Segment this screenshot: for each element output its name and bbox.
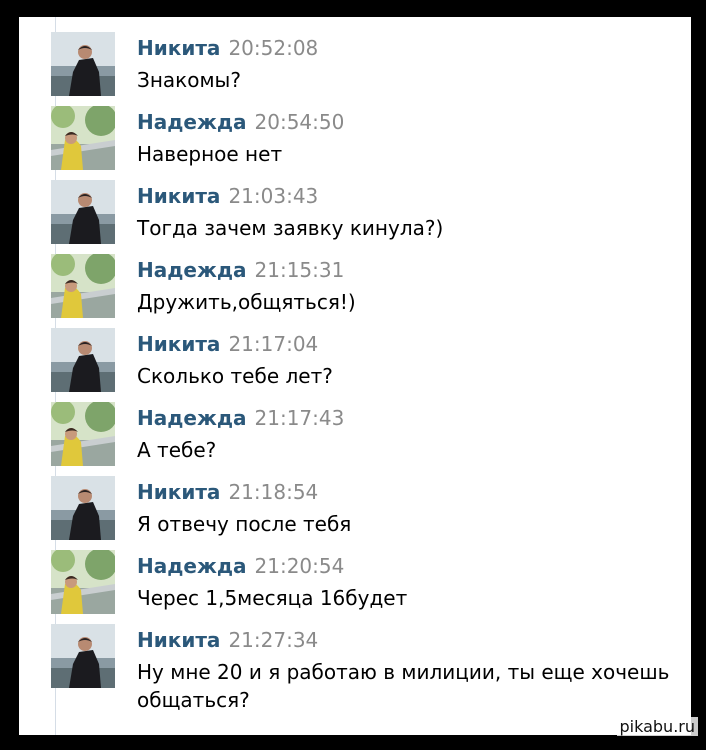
- message-text: Черес 1,5месяца 16будет: [137, 586, 408, 610]
- message-meta: Надежда 21:15:31: [137, 258, 344, 282]
- message-text: Я отвечу после тебя: [137, 512, 352, 536]
- author-name[interactable]: Никита: [137, 628, 220, 652]
- timestamp: 20:54:50: [254, 110, 345, 134]
- message-text: Знакомы?: [137, 68, 241, 92]
- timestamp: 21:27:34: [228, 628, 319, 652]
- author-name[interactable]: Никита: [137, 36, 220, 60]
- timestamp: 21:15:31: [254, 258, 345, 282]
- watermark: pikabu.ru: [616, 717, 698, 736]
- message-text: Сколько тебе лет?: [137, 364, 333, 388]
- nikita-avatar[interactable]: [51, 476, 115, 540]
- message-meta: Надежда 20:54:50: [137, 110, 344, 134]
- author-name[interactable]: Никита: [137, 480, 220, 504]
- timestamp: 20:52:08: [228, 36, 319, 60]
- author-name[interactable]: Надежда: [137, 554, 247, 578]
- nadezhda-avatar[interactable]: [51, 106, 115, 170]
- timestamp: 21:20:54: [254, 554, 345, 578]
- message-meta: Надежда 21:17:43: [137, 406, 344, 430]
- nadezhda-avatar[interactable]: [51, 402, 115, 466]
- nikita-avatar[interactable]: [51, 328, 115, 392]
- nikita-avatar[interactable]: [51, 32, 115, 96]
- author-name[interactable]: Надежда: [137, 110, 247, 134]
- message-meta: Никита 21:18:54: [137, 480, 318, 504]
- message-meta: Никита 20:52:08: [137, 36, 318, 60]
- nikita-avatar[interactable]: [51, 624, 115, 688]
- nadezhda-avatar[interactable]: [51, 550, 115, 614]
- timestamp: 21:17:04: [228, 332, 319, 356]
- author-name[interactable]: Надежда: [137, 406, 247, 430]
- nadezhda-avatar[interactable]: [51, 254, 115, 318]
- author-name[interactable]: Никита: [137, 332, 220, 356]
- message-meta: Никита 21:17:04: [137, 332, 318, 356]
- message-meta: Надежда 21:20:54: [137, 554, 344, 578]
- timestamp: 21:18:54: [228, 480, 319, 504]
- message-text: Тогда зачем заявку кинула?): [137, 216, 444, 240]
- message-meta: Никита 21:27:34: [137, 628, 318, 652]
- timestamp: 21:17:43: [254, 406, 345, 430]
- message-meta: Никита 21:03:43: [137, 184, 318, 208]
- message-text: Дружить,общяться!): [137, 290, 356, 314]
- author-name[interactable]: Никита: [137, 184, 220, 208]
- chat-window: Никита 20:52:08 Знакомы? Надежда 20:54:50 …: [19, 17, 691, 735]
- timestamp: 21:03:43: [228, 184, 319, 208]
- author-name[interactable]: Надежда: [137, 258, 247, 282]
- nikita-avatar[interactable]: [51, 180, 115, 244]
- message-text: Ну мне 20 и я работаю в милиции, ты еще …: [137, 660, 670, 712]
- message-text: А тебе?: [137, 438, 217, 462]
- message-text: Наверное нет: [137, 142, 283, 166]
